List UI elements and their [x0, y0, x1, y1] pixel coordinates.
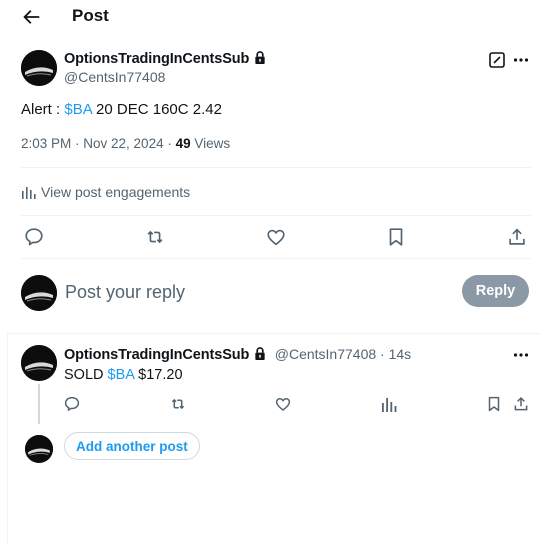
bookmark-icon	[389, 228, 403, 246]
page-title: Post	[72, 6, 109, 25]
view-count: 49	[175, 136, 191, 151]
share-button[interactable]	[506, 226, 528, 248]
reply-text-prefix: SOLD	[64, 367, 108, 383]
post-text-suffix: 20 DEC 160C 2.42	[91, 101, 222, 118]
reply-action-button[interactable]	[23, 226, 45, 248]
back-button[interactable]	[20, 6, 42, 28]
divider	[7, 333, 540, 334]
grok-icon	[489, 52, 505, 68]
repost-icon	[171, 398, 185, 410]
post-timestamp[interactable]: 2:03 PM · Nov 22, 2024 ·	[21, 136, 176, 151]
analytics-icon	[22, 187, 36, 199]
views-label: Views	[190, 136, 231, 151]
grok-button[interactable]	[488, 51, 506, 69]
analytics-icon	[382, 398, 397, 412]
reply-more-button[interactable]	[512, 346, 530, 364]
view-engagements-link[interactable]: View post engagements	[21, 183, 190, 201]
post-text: Alert : $BA 20 DEC 160C 2.42	[21, 101, 222, 119]
like-button[interactable]	[274, 395, 292, 413]
author-handle[interactable]: @CentsIn77408	[64, 68, 165, 86]
share-icon	[509, 228, 525, 245]
engagements-label: View post engagements	[41, 184, 191, 200]
reply-author-handle[interactable]: @CentsIn77408	[275, 346, 376, 362]
cashtag-link[interactable]: $BA	[108, 367, 135, 383]
comment-icon	[25, 228, 43, 246]
analytics-button[interactable]	[380, 395, 398, 413]
divider	[21, 167, 531, 168]
more-icon	[513, 353, 529, 357]
author-name-text: OptionsTradingInCentsSub	[64, 51, 250, 67]
share-button[interactable]	[512, 395, 530, 413]
reply-author-row: OptionsTradingInCentsSub @CentsIn77408 ·…	[64, 345, 411, 364]
avatar[interactable]	[21, 275, 57, 311]
repost-button[interactable]	[144, 226, 166, 248]
more-icon	[513, 58, 529, 62]
reply-action-button[interactable]	[63, 395, 81, 413]
lock-icon	[255, 347, 265, 360]
reply-author-name[interactable]: OptionsTradingInCentsSub	[64, 347, 249, 363]
reply-text-suffix: $17.20	[134, 367, 183, 383]
post-meta: 2:03 PM · Nov 22, 2024 · 49 Views	[21, 136, 230, 152]
repost-button[interactable]	[169, 395, 187, 413]
reply-time[interactable]: · 14s	[376, 346, 411, 362]
divider	[21, 258, 531, 259]
reply-text: SOLD $BA $17.20	[64, 366, 183, 384]
avatar[interactable]	[21, 50, 57, 86]
thread-line	[38, 384, 40, 424]
lock-icon	[255, 51, 265, 64]
like-button[interactable]	[265, 226, 287, 248]
heart-icon	[267, 229, 285, 246]
avatar[interactable]	[25, 435, 53, 463]
more-button[interactable]	[512, 51, 530, 69]
comment-icon	[64, 396, 80, 411]
reply-button[interactable]: Reply	[462, 275, 529, 307]
avatar[interactable]	[21, 345, 57, 381]
bookmark-button[interactable]	[385, 226, 407, 248]
divider	[21, 215, 531, 216]
arrow-left-icon	[23, 10, 40, 24]
bookmark-icon	[488, 396, 500, 412]
share-icon	[514, 396, 528, 411]
reply-input[interactable]: Post your reply	[65, 281, 185, 303]
bookmark-button[interactable]	[485, 395, 503, 413]
post-text-prefix: Alert :	[21, 101, 65, 118]
cashtag-link[interactable]: $BA	[64, 101, 92, 118]
repost-icon	[147, 230, 163, 244]
add-another-post-button[interactable]: Add another post	[64, 432, 200, 460]
column-border	[7, 333, 8, 544]
heart-icon	[275, 398, 291, 411]
author-name[interactable]: OptionsTradingInCentsSub	[64, 50, 266, 68]
